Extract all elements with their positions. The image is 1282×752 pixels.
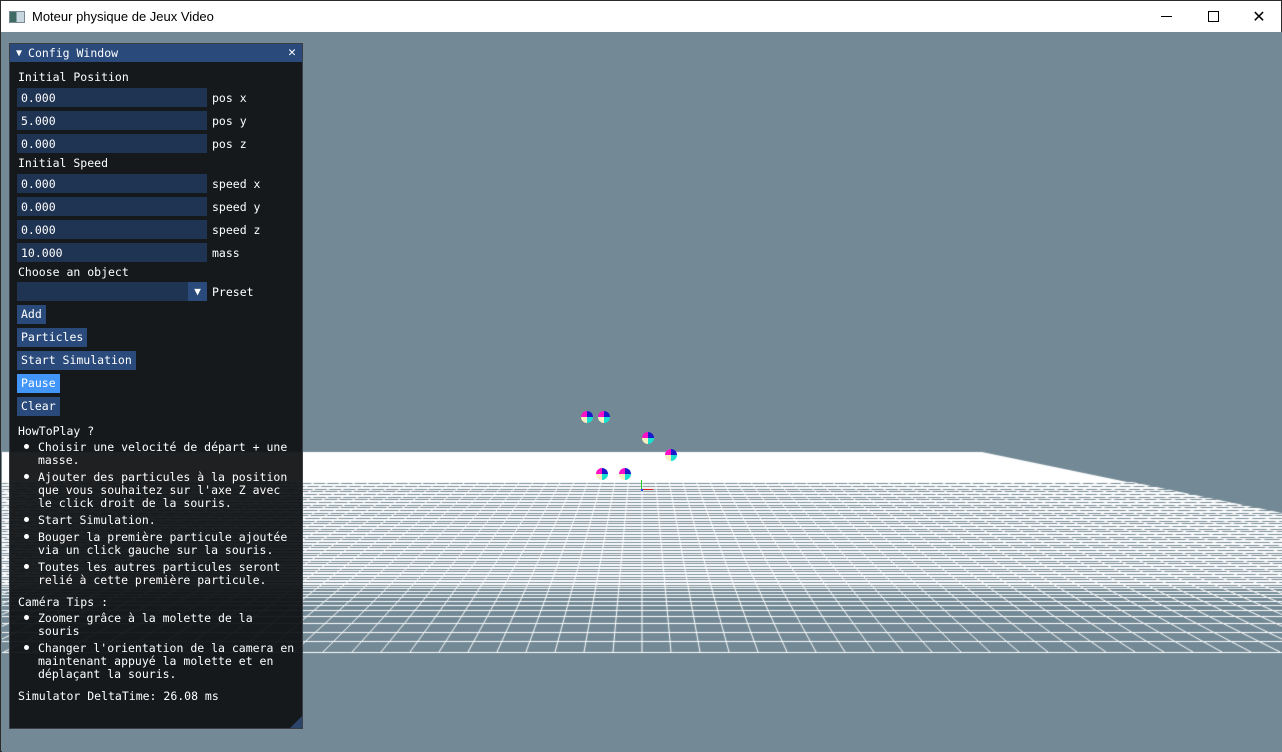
maximize-icon [1207, 11, 1219, 22]
app-icon [9, 10, 25, 23]
clear-button[interactable]: Clear [17, 397, 60, 416]
start-simulation-button[interactable]: Start Simulation [17, 351, 136, 370]
config-window[interactable]: ▼ Config Window ✕ Initial Position pos x… [9, 43, 303, 729]
close-window-button[interactable]: ✕ [1236, 1, 1282, 32]
bullet-icon [24, 564, 29, 569]
particles-button[interactable]: Particles [17, 328, 88, 347]
close-icon: ✕ [1252, 6, 1266, 26]
pos-y-field[interactable] [17, 111, 207, 130]
particle[interactable] [665, 449, 677, 461]
bullet-icon [24, 444, 29, 449]
collapse-arrow-icon[interactable]: ▼ [16, 48, 22, 59]
pos-y-label: pos y [212, 114, 247, 128]
add-button[interactable]: Add [17, 305, 46, 324]
howto-item: Choisir une velocité de départ + une mas… [38, 440, 288, 467]
particle[interactable] [642, 432, 654, 444]
close-icon[interactable]: ✕ [288, 44, 296, 62]
choose-object-label: Choose an object [18, 265, 129, 279]
initial-speed-label: Initial Speed [18, 156, 109, 170]
mass-label: mass [212, 246, 240, 260]
howto-item: Toutes les autres particules seront reli… [38, 560, 281, 587]
speed-x-input[interactable] [17, 174, 207, 193]
speed-x-field[interactable] [17, 174, 207, 193]
camera-tips-title: Caméra Tips : [18, 595, 109, 609]
delta-time-readout: Simulator DeltaTime: 26.08 ms [18, 689, 219, 703]
preset-label: Preset [212, 285, 254, 299]
particle[interactable] [619, 468, 631, 480]
howto-title: HowToPlay ? [18, 424, 95, 438]
pos-z-field[interactable] [17, 134, 207, 153]
maximize-button[interactable] [1190, 1, 1236, 32]
speed-y-label: speed y [212, 200, 261, 214]
howto-item: Bouger la première particule ajoutée via… [38, 530, 288, 557]
particle[interactable] [598, 411, 610, 423]
mass-input[interactable] [17, 243, 207, 262]
chevron-down-icon[interactable]: ▼ [188, 282, 207, 301]
window-title: Moteur physique de Jeux Video [32, 9, 214, 24]
axis-z-icon [641, 489, 643, 491]
minimize-icon [1160, 16, 1172, 17]
pos-x-field[interactable] [17, 88, 207, 107]
axis-x-icon [642, 489, 653, 490]
howto-item: Ajouter des particules à la position que… [38, 470, 288, 510]
pos-z-label: pos z [212, 137, 247, 151]
particle[interactable] [581, 411, 593, 423]
bullet-icon [24, 645, 29, 650]
preset-dropdown[interactable]: ▼ [17, 282, 207, 301]
speed-y-input[interactable] [17, 197, 207, 216]
resize-grip[interactable] [290, 716, 302, 728]
pos-y-input[interactable] [17, 111, 207, 130]
bullet-icon [24, 517, 29, 522]
howto-item: Start Simulation. [38, 513, 156, 527]
pos-x-input[interactable] [17, 88, 207, 107]
pos-x-label: pos x [212, 91, 247, 105]
config-window-title: Config Window [28, 46, 119, 60]
initial-position-label: Initial Position [18, 70, 129, 84]
bullet-icon [24, 534, 29, 539]
particle[interactable] [596, 468, 608, 480]
speed-y-field[interactable] [17, 197, 207, 216]
speed-x-label: speed x [212, 177, 261, 191]
minimize-button[interactable] [1143, 1, 1189, 32]
title-bar[interactable]: Moteur physique de Jeux Video ✕ [1, 1, 1281, 32]
mass-field[interactable] [17, 243, 207, 262]
pos-z-input[interactable] [17, 134, 207, 153]
speed-z-field[interactable] [17, 220, 207, 239]
app-window: Moteur physique de Jeux Video ✕ ▼ Config… [0, 0, 1282, 752]
camera-tip: Changer l'orientation de la camera en ma… [38, 641, 295, 681]
speed-z-input[interactable] [17, 220, 207, 239]
speed-z-label: speed z [212, 223, 261, 237]
camera-tip: Zoomer grâce à la molette de la souris [38, 611, 253, 638]
bullet-icon [24, 615, 29, 620]
pause-button[interactable]: Pause [17, 374, 60, 393]
config-window-header[interactable]: ▼ Config Window ✕ [10, 44, 302, 62]
bullet-icon [24, 474, 29, 479]
